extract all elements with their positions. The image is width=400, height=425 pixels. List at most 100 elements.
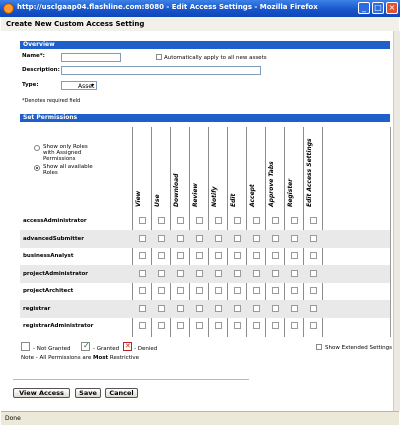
- permission-checkbox[interactable]: [196, 287, 203, 294]
- permission-checkbox[interactable]: [139, 304, 146, 312]
- permission-checkbox[interactable]: [215, 269, 222, 277]
- permission-checkbox[interactable]: [253, 217, 260, 224]
- table-row: registrarAdministrator: [20, 317, 390, 335]
- name-input[interactable]: [61, 53, 121, 62]
- permission-checkbox[interactable]: [310, 322, 317, 329]
- permission-checkbox[interactable]: [291, 217, 298, 224]
- permission-checkbox[interactable]: [272, 217, 279, 224]
- permission-checkbox[interactable]: [177, 322, 184, 329]
- permission-checkbox[interactable]: [215, 234, 222, 242]
- column-header-edit: Edit: [230, 193, 237, 207]
- maximize-icon[interactable]: □: [372, 2, 384, 14]
- permission-checkbox[interactable]: [310, 234, 317, 242]
- permission-checkbox[interactable]: [234, 269, 241, 277]
- permission-checkbox[interactable]: [139, 269, 146, 277]
- show-extended-settings-checkbox[interactable]: [316, 344, 322, 350]
- permission-checkbox[interactable]: [310, 287, 317, 294]
- permission-checkbox[interactable]: [253, 269, 260, 277]
- chevron-down-icon: ▾: [91, 82, 95, 89]
- permission-checkbox[interactable]: [272, 322, 279, 329]
- cancel-button[interactable]: Cancel: [105, 388, 138, 398]
- permission-checkbox[interactable]: [272, 252, 279, 259]
- permission-checkbox[interactable]: [291, 287, 298, 294]
- permission-checkbox[interactable]: [310, 269, 317, 277]
- permission-checkbox[interactable]: [253, 322, 260, 329]
- permission-checkbox[interactable]: [291, 304, 298, 312]
- permission-checkbox[interactable]: [139, 252, 146, 259]
- permissions-grid: View Use Download Review Notify Edit Acc…: [20, 127, 391, 337]
- permission-checkbox[interactable]: [139, 234, 146, 242]
- permission-checkbox[interactable]: [158, 252, 165, 259]
- permission-checkbox[interactable]: [196, 269, 203, 277]
- permission-checkbox[interactable]: [234, 234, 241, 242]
- permission-checkbox[interactable]: [139, 322, 146, 329]
- permission-checkbox[interactable]: [177, 287, 184, 294]
- show-extended-settings-label: Show Extended Settings: [325, 345, 393, 351]
- role-name: projectAdministrator: [23, 270, 88, 277]
- permission-checkbox[interactable]: [158, 234, 165, 242]
- permission-checkbox[interactable]: [234, 217, 241, 224]
- type-select[interactable]: Asset ▾: [61, 81, 97, 90]
- permission-checkbox[interactable]: [139, 217, 146, 224]
- permission-checkbox[interactable]: [177, 269, 184, 277]
- restrictive-note-prefix: Note - All Permissions are: [21, 355, 93, 361]
- permissions-section-header: Set Permissions: [20, 114, 390, 122]
- permission-checkbox[interactable]: [310, 217, 317, 224]
- permission-checkbox[interactable]: [272, 287, 279, 294]
- permission-checkbox[interactable]: [291, 234, 298, 242]
- permission-checkbox[interactable]: [291, 252, 298, 259]
- permission-checkbox[interactable]: [196, 217, 203, 224]
- permission-checkbox[interactable]: [158, 304, 165, 312]
- permission-checkbox[interactable]: [196, 304, 203, 312]
- permission-checkbox[interactable]: [139, 287, 146, 294]
- permission-checkbox[interactable]: [272, 304, 279, 312]
- save-button[interactable]: Save: [75, 388, 101, 398]
- permission-checkbox[interactable]: [196, 322, 203, 329]
- permission-checkbox[interactable]: [158, 217, 165, 224]
- permission-checkbox[interactable]: [158, 287, 165, 294]
- permission-checkbox[interactable]: [291, 269, 298, 277]
- table-row: projectAdministrator: [20, 264, 390, 283]
- permission-checkbox[interactable]: [253, 252, 260, 259]
- description-input[interactable]: [61, 66, 261, 75]
- type-label: Type:: [22, 82, 39, 88]
- column-header-edit-access-settings: Edit Access Settings: [306, 138, 313, 207]
- permission-checkbox[interactable]: [215, 287, 222, 294]
- column-header-accept: Accept: [249, 184, 256, 207]
- permission-checkbox[interactable]: [158, 269, 165, 277]
- column-header-notify: Notify: [211, 186, 218, 207]
- permission-checkbox[interactable]: [272, 269, 279, 277]
- permission-checkbox[interactable]: [158, 322, 165, 329]
- minimize-icon[interactable]: _: [358, 2, 370, 14]
- permission-checkbox[interactable]: [234, 322, 241, 329]
- permission-checkbox[interactable]: [215, 217, 222, 224]
- denied-legend-box: ✕: [123, 342, 132, 351]
- permission-checkbox[interactable]: [196, 234, 203, 242]
- auto-apply-checkbox[interactable]: [156, 54, 162, 60]
- role-name: businessAnalyst: [23, 253, 74, 259]
- permission-checkbox[interactable]: [234, 304, 241, 312]
- permission-checkbox[interactable]: [310, 252, 317, 259]
- view-access-button[interactable]: View Access: [13, 388, 70, 398]
- permission-checkbox[interactable]: [177, 234, 184, 242]
- vertical-scrollbar[interactable]: [393, 31, 400, 411]
- permission-checkbox[interactable]: [215, 304, 222, 312]
- table-row: businessAnalyst: [20, 247, 390, 265]
- permission-checkbox[interactable]: [291, 322, 298, 329]
- permission-checkbox[interactable]: [234, 287, 241, 294]
- role-name: projectArchitect: [23, 288, 74, 294]
- permission-checkbox[interactable]: [215, 252, 222, 259]
- permission-checkbox[interactable]: [253, 304, 260, 312]
- permission-checkbox[interactable]: [272, 234, 279, 242]
- permission-checkbox[interactable]: [177, 217, 184, 224]
- permission-checkbox[interactable]: [177, 304, 184, 312]
- permission-checkbox[interactable]: [196, 252, 203, 259]
- permission-checkbox[interactable]: [215, 322, 222, 329]
- permission-checkbox[interactable]: [177, 252, 184, 259]
- permission-checkbox[interactable]: [310, 304, 317, 312]
- permission-checkbox[interactable]: [253, 287, 260, 294]
- status-bar: Done: [1, 411, 399, 425]
- permission-checkbox[interactable]: [253, 234, 260, 242]
- permission-checkbox[interactable]: [234, 252, 241, 259]
- close-icon[interactable]: ×: [386, 2, 398, 14]
